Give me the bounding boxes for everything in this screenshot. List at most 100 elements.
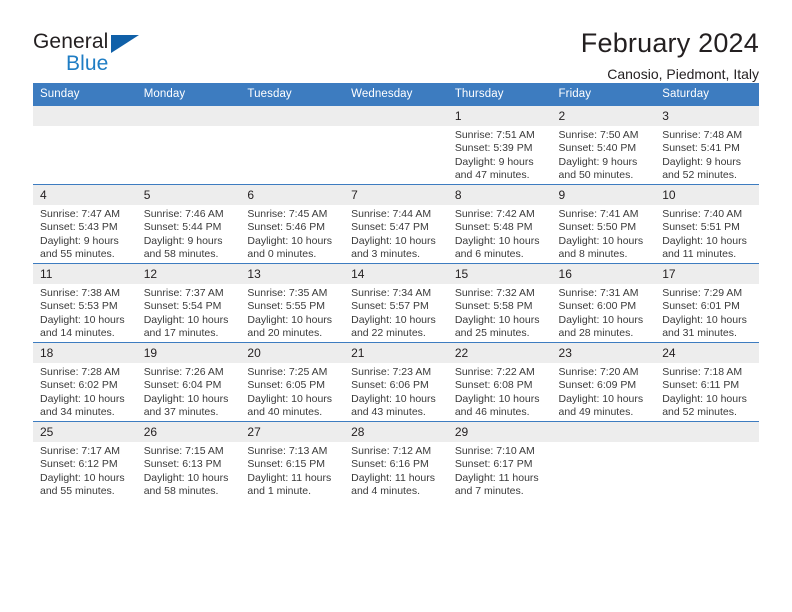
calendar-day-cell[interactable]: 7 Sunrise: 7:44 AM Sunset: 5:47 PM Daylight… (344, 184, 448, 264)
calendar-day-cell[interactable]: 19 Sunrise: 7:26 AM Sunset: 6:04 PM Dayligh… (136, 342, 241, 422)
sunset-time: Sunset: 5:48 PM (454, 221, 533, 234)
calendar-day-cell[interactable]: 21 Sunrise: 7:23 AM Sunset: 6:06 PM Dayligh… (344, 342, 448, 422)
calendar-week-row: 25 Sunrise: 7:17 AM Sunset: 6:12 PM Dayligh… (33, 421, 759, 500)
day-details: Sunrise: 7:34 AM Sunset: 5:57 PM Daylight:… (344, 284, 448, 341)
daylight-duration-line1: Daylight: 10 hours (351, 313, 436, 326)
sunrise-time: Sunrise: 7:28 AM (40, 366, 120, 378)
sunset-time: Sunset: 6:06 PM (351, 379, 429, 392)
day-details: Sunrise: 7:35 AM Sunset: 5:55 PM Daylight:… (240, 284, 344, 341)
sunrise-time: Sunrise: 7:47 AM (40, 208, 120, 220)
day-cell-inner: 20 Sunrise: 7:25 AM Sunset: 6:05 PM Dayligh… (240, 343, 345, 421)
daylight-duration-line1: Daylight: 10 hours (454, 313, 540, 326)
day-cell-inner: 2 Sunrise: 7:50 AM Sunset: 5:40 PM Daylight… (551, 106, 656, 184)
weekday-header-wednesday: Wednesday (344, 83, 448, 106)
day-cell-inner (344, 106, 448, 184)
calendar-day-cell[interactable]: 15 Sunrise: 7:32 AM Sunset: 5:58 PM Dayligh… (447, 263, 552, 343)
day-number: 26 (136, 422, 241, 442)
sunset-time: Sunset: 6:01 PM (662, 300, 740, 313)
day-details: Sunrise: 7:38 AM Sunset: 5:53 PM Daylight:… (33, 284, 137, 341)
day-cell-inner (33, 106, 137, 184)
day-number: 25 (33, 422, 137, 442)
day-cell-inner: 5 Sunrise: 7:46 AM Sunset: 5:44 PM Daylight… (136, 185, 241, 263)
daylight-duration-line2: and 8 minutes. (558, 248, 628, 261)
calendar-day-cell[interactable]: 20 Sunrise: 7:25 AM Sunset: 6:05 PM Dayligh… (240, 342, 345, 422)
calendar-day-cell-empty (551, 421, 656, 500)
calendar-week-row: 18 Sunrise: 7:28 AM Sunset: 6:02 PM Dayligh… (33, 342, 759, 422)
sunrise-sunset-calendar: Sunday Monday Tuesday Wednesday Thursday… (33, 83, 759, 500)
daylight-duration-line2: and 7 minutes. (454, 485, 524, 498)
sunrise-time: Sunrise: 7:51 AM (454, 129, 535, 141)
sunrise-time: Sunrise: 7:10 AM (454, 445, 535, 457)
daylight-duration-line2: and 6 minutes. (454, 248, 524, 261)
calendar-day-cell[interactable]: 18 Sunrise: 7:28 AM Sunset: 6:02 PM Dayligh… (33, 342, 137, 422)
calendar-day-cell[interactable]: 29 Sunrise: 7:10 AM Sunset: 6:17 PM Dayligh… (447, 421, 552, 500)
sunset-time: Sunset: 5:53 PM (40, 300, 118, 313)
sunset-time: Sunset: 5:46 PM (247, 221, 326, 234)
sunset-time: Sunset: 5:58 PM (454, 300, 533, 313)
day-number: 28 (344, 422, 448, 442)
brand-logo[interactable]: General Blue (33, 28, 213, 74)
calendar-day-cell-empty (33, 105, 137, 185)
calendar-day-cell[interactable]: 8 Sunrise: 7:42 AM Sunset: 5:48 PM Daylight… (447, 184, 552, 264)
calendar-day-cell[interactable]: 28 Sunrise: 7:12 AM Sunset: 6:16 PM Dayligh… (344, 421, 448, 500)
day-cell-inner: 13 Sunrise: 7:35 AM Sunset: 5:55 PM Dayligh… (240, 264, 345, 342)
calendar-day-cell[interactable]: 1 Sunrise: 7:51 AM Sunset: 5:39 PM Daylight… (447, 105, 552, 185)
calendar-day-cell[interactable]: 6 Sunrise: 7:45 AM Sunset: 5:46 PM Daylight… (240, 184, 345, 264)
calendar-day-cell[interactable]: 25 Sunrise: 7:17 AM Sunset: 6:12 PM Dayligh… (33, 421, 137, 500)
sunset-time: Sunset: 5:50 PM (558, 221, 637, 234)
day-cell-inner: 29 Sunrise: 7:10 AM Sunset: 6:17 PM Dayligh… (447, 422, 552, 500)
calendar-day-cell[interactable]: 10 Sunrise: 7:40 AM Sunset: 5:51 PM Dayligh… (655, 184, 759, 264)
daylight-duration-line1: Daylight: 9 hours (40, 234, 119, 247)
calendar-day-cell[interactable]: 12 Sunrise: 7:37 AM Sunset: 5:54 PM Dayligh… (136, 263, 241, 343)
sunset-time: Sunset: 6:13 PM (143, 458, 222, 471)
day-number: 1 (447, 106, 552, 126)
calendar-day-cell[interactable]: 3 Sunrise: 7:48 AM Sunset: 5:41 PM Daylight… (655, 105, 759, 185)
daylight-duration-line1: Daylight: 10 hours (351, 234, 436, 247)
day-cell-inner: 23 Sunrise: 7:20 AM Sunset: 6:09 PM Dayligh… (551, 343, 656, 421)
day-cell-inner: 28 Sunrise: 7:12 AM Sunset: 6:16 PM Dayligh… (344, 422, 448, 500)
day-cell-inner: 16 Sunrise: 7:31 AM Sunset: 6:00 PM Dayligh… (551, 264, 656, 342)
day-cell-inner (240, 106, 345, 184)
calendar-day-cell[interactable]: 22 Sunrise: 7:22 AM Sunset: 6:08 PM Dayligh… (447, 342, 552, 422)
daylight-duration-line1: Daylight: 10 hours (558, 392, 644, 405)
sunset-time: Sunset: 5:44 PM (143, 221, 222, 234)
day-cell-inner (551, 422, 656, 500)
calendar-day-cell[interactable]: 23 Sunrise: 7:20 AM Sunset: 6:09 PM Dayligh… (551, 342, 656, 422)
brand-name-blue: Blue (66, 52, 109, 75)
daylight-duration-line1: Daylight: 10 hours (247, 313, 333, 326)
sunset-time: Sunset: 5:43 PM (40, 221, 118, 234)
calendar-day-cell[interactable]: 9 Sunrise: 7:41 AM Sunset: 5:50 PM Daylight… (551, 184, 656, 264)
daylight-duration-line1: Daylight: 10 hours (40, 471, 125, 484)
daylight-duration-line1: Daylight: 11 hours (247, 471, 332, 484)
sunrise-time: Sunrise: 7:45 AM (247, 208, 328, 220)
calendar-head: Sunday Monday Tuesday Wednesday Thursday… (33, 83, 759, 106)
calendar-day-cell[interactable]: 5 Sunrise: 7:46 AM Sunset: 5:44 PM Daylight… (136, 184, 241, 264)
sunset-time: Sunset: 6:04 PM (143, 379, 222, 392)
day-details: Sunrise: 7:25 AM Sunset: 6:05 PM Daylight:… (240, 363, 344, 420)
calendar-day-cell[interactable]: 16 Sunrise: 7:31 AM Sunset: 6:00 PM Dayligh… (551, 263, 656, 343)
calendar-day-cell-empty (344, 105, 448, 185)
day-number: 7 (344, 185, 448, 205)
calendar-day-cell[interactable]: 17 Sunrise: 7:29 AM Sunset: 6:01 PM Dayligh… (655, 263, 759, 343)
calendar-day-cell[interactable]: 24 Sunrise: 7:18 AM Sunset: 6:11 PM Dayligh… (655, 342, 759, 422)
day-details: Sunrise: 7:51 AM Sunset: 5:39 PM Daylight:… (448, 126, 552, 183)
calendar-day-cell[interactable]: 27 Sunrise: 7:13 AM Sunset: 6:15 PM Dayligh… (240, 421, 345, 500)
calendar-day-cell[interactable]: 2 Sunrise: 7:50 AM Sunset: 5:40 PM Daylight… (551, 105, 656, 185)
calendar-day-cell[interactable]: 26 Sunrise: 7:15 AM Sunset: 6:13 PM Dayligh… (136, 421, 241, 500)
calendar-day-cell-empty (655, 421, 759, 500)
day-details: Sunrise: 7:15 AM Sunset: 6:13 PM Daylight:… (137, 442, 241, 499)
day-number: 21 (344, 343, 448, 363)
calendar-day-cell[interactable]: 4 Sunrise: 7:47 AM Sunset: 5:43 PM Daylight… (33, 184, 137, 264)
sunrise-time: Sunrise: 7:44 AM (351, 208, 432, 220)
weekday-header-row: Sunday Monday Tuesday Wednesday Thursday… (33, 83, 759, 106)
calendar-day-cell[interactable]: 13 Sunrise: 7:35 AM Sunset: 5:55 PM Dayligh… (240, 263, 345, 343)
calendar-body: 1 Sunrise: 7:51 AM Sunset: 5:39 PM Daylight… (33, 105, 759, 500)
daylight-duration-line2: and 37 minutes. (143, 406, 219, 419)
day-number: 11 (33, 264, 137, 284)
calendar-day-cell[interactable]: 14 Sunrise: 7:34 AM Sunset: 5:57 PM Dayligh… (344, 263, 448, 343)
day-details: Sunrise: 7:32 AM Sunset: 5:58 PM Daylight:… (448, 284, 552, 341)
sunrise-time: Sunrise: 7:40 AM (662, 208, 743, 220)
daylight-duration-line2: and 11 minutes. (662, 248, 737, 261)
sunrise-time: Sunrise: 7:46 AM (143, 208, 224, 220)
calendar-day-cell[interactable]: 11 Sunrise: 7:38 AM Sunset: 5:53 PM Dayligh… (33, 263, 137, 343)
